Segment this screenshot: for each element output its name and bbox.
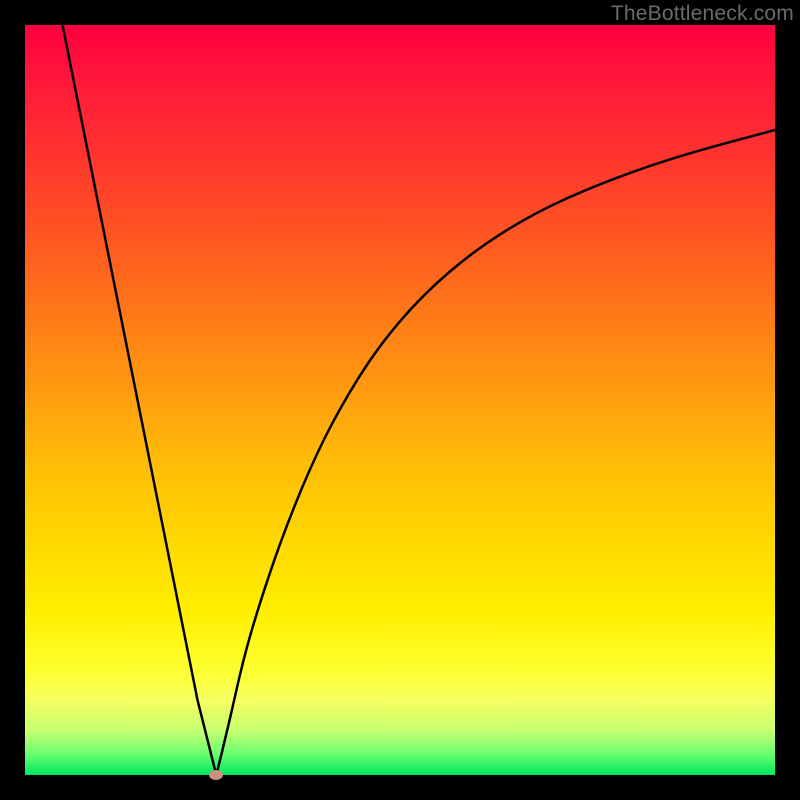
bottleneck-curve xyxy=(25,25,775,775)
watermark-text: TheBottleneck.com xyxy=(611,2,794,26)
curve-path-right xyxy=(216,130,775,775)
optimal-point-marker xyxy=(209,770,223,780)
curve-path-left xyxy=(63,25,217,775)
chart-plot-area xyxy=(25,25,775,775)
